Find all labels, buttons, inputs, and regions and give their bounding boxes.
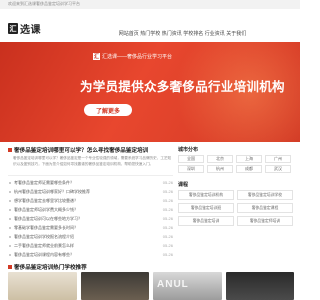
top-bar: 欢迎来到汇选课奢侈品鉴定培训学习平台 (0, 0, 300, 9)
news-item[interactable]: 奢侈品鉴定师培训学费大概多少钱？ 05-26 (8, 205, 173, 214)
news-item[interactable]: 二手奢侈品鉴定师就业前景怎么样 05-26 (8, 241, 173, 250)
dot-icon (9, 190, 11, 193)
city-tag[interactable]: 广州 (265, 155, 291, 163)
news-title: 考奢侈品鉴定师证需要哪些条件？ (14, 179, 74, 185)
article-title[interactable]: 奢侈品鉴定培训哪里可以学？怎么寻找奢侈品鉴定培训 (8, 146, 148, 154)
news-date: 05-26 (162, 180, 173, 185)
main-nav: 网站首页 热门学校 热门资讯 学校排名 行业资讯 关于我们 (118, 30, 247, 37)
news-item[interactable]: 考奢侈品鉴定师证需要哪些条件？ 05-26 (8, 178, 173, 187)
news-title: 零基础学奢侈品鉴定需要多长时间？ (14, 224, 78, 230)
nav-item-news[interactable]: 热门资讯 (161, 30, 183, 37)
news-date: 05-26 (162, 225, 173, 230)
divider (8, 175, 173, 176)
dot-icon (9, 253, 11, 256)
nav-item-about[interactable]: 关于我们 (226, 30, 248, 37)
news-date: 05-26 (162, 252, 173, 257)
news-item[interactable]: 想学奢侈品鉴定去哪里学比较靠谱？ 05-26 (8, 196, 173, 205)
news-date: 05-26 (162, 216, 173, 221)
banner-badge-text: 汇选课——奢侈品行业学习平台 (102, 54, 173, 60)
site-header: 汇 选课 网站首页 热门学校 热门资讯 学校排名 行业资讯 关于我们 (0, 9, 300, 42)
news-title: 奢侈品鉴定培训学校报名流程介绍 (14, 233, 74, 239)
news-date: 05-26 (162, 234, 173, 239)
logo-text: 选课 (20, 25, 41, 36)
school-thumbnail[interactable] (80, 272, 149, 300)
nav-item-ranking[interactable]: 学校排名 (183, 30, 205, 37)
welcome-text: 欢迎来到汇选课奢侈品鉴定培训学习平台 (8, 1, 80, 6)
dot-icon (9, 235, 11, 238)
logo-mark: 汇 (8, 23, 18, 34)
article-summary: 奢侈品鉴定培训哪里可以学？怎么寻找奢侈品鉴定培训 奢侈品鉴定培训哪里可以学？奢侈… (8, 146, 173, 182)
city-tag[interactable]: 上海 (236, 155, 262, 163)
news-item[interactable]: 杭州奢侈品鉴定培训哪家好？口碑学校推荐 05-26 (8, 187, 173, 196)
city-tag[interactable]: 北京 (207, 155, 233, 163)
news-list: 考奢侈品鉴定师证需要哪些条件？ 05-26 杭州奢侈品鉴定培训哪家好？口碑学校推荐… (8, 178, 173, 259)
news-title: 二手奢侈品鉴定师就业前景怎么样 (14, 242, 74, 248)
bullet-icon (8, 265, 12, 269)
article-description: 奢侈品鉴定培训哪里可以学？奢侈品鉴定是一个专业性较强的领域，需要系统学习品牌历史… (13, 156, 172, 166)
news-title: 想学奢侈品鉴定去哪里学比较靠谱？ (14, 197, 78, 203)
news-date: 05-26 (162, 189, 173, 194)
thumbnail-watermark: ANUL (157, 279, 189, 290)
city-tag[interactable]: 武汉 (265, 165, 291, 173)
banner-badge: 汇 汇选课——奢侈品行业学习平台 (93, 53, 172, 60)
news-title: 奢侈品鉴定培训可以在哪些地方学习？ (14, 215, 82, 221)
city-tag[interactable]: 杭州 (207, 165, 233, 173)
dot-icon (9, 208, 11, 211)
dot-icon (9, 181, 11, 184)
category-tag[interactable]: 奢侈品鉴定培训班 (178, 203, 234, 213)
bullet-icon (8, 148, 12, 152)
school-thumbnail[interactable]: ANUL (153, 272, 222, 300)
nav-item-home[interactable]: 网站首页 (118, 30, 140, 37)
city-tag[interactable]: 全国 (178, 155, 204, 163)
category-tag[interactable]: 奢侈品鉴定师培训 (237, 216, 293, 226)
category-heading: 课程 (178, 182, 189, 188)
news-date: 05-26 (162, 207, 173, 212)
nav-item-industry[interactable]: 行业资讯 (204, 30, 226, 37)
news-item[interactable]: 奢侈品鉴定培训学校报名流程介绍 05-26 (8, 232, 173, 241)
site-logo[interactable]: 汇 选课 (8, 22, 48, 36)
learn-more-button[interactable]: 了解更多 (84, 104, 132, 116)
news-item[interactable]: 奢侈品鉴定培训课程内容有哪些？ 05-26 (8, 250, 173, 259)
news-item[interactable]: 零基础学奢侈品鉴定需要多长时间？ 05-26 (8, 223, 173, 232)
banner-title: 为学员提供众多奢侈品行业培训机构 (80, 80, 285, 94)
category-tag[interactable]: 奢侈品鉴定培训机构 (178, 190, 234, 200)
dot-icon (9, 244, 11, 247)
news-title: 奢侈品鉴定培训课程内容有哪些？ (14, 251, 74, 257)
section-title-text: 奢侈品鉴定培训热门学校推荐 (14, 265, 87, 271)
dot-icon (9, 199, 11, 202)
category-tag[interactable]: 奢侈品鉴定课程 (237, 203, 293, 213)
news-date: 05-26 (162, 198, 173, 203)
school-thumbnail[interactable] (225, 272, 294, 300)
city-tag[interactable]: 深圳 (178, 165, 204, 173)
article-title-text: 奢侈品鉴定培训哪里可以学？怎么寻找奢侈品鉴定培训 (14, 148, 149, 154)
school-thumbnail[interactable] (8, 272, 77, 300)
banner-badge-mark: 汇 (93, 53, 100, 60)
nav-item-schools[interactable]: 热门学校 (140, 30, 162, 37)
news-title: 奢侈品鉴定师培训学费大概多少钱？ (14, 206, 78, 212)
dot-icon (9, 217, 11, 220)
sidebar: 城市分布 全国 北京 上海 广州 深圳 杭州 成都 武汉 课程 奢侈品鉴定培训机… (178, 146, 294, 226)
dot-icon (9, 226, 11, 229)
school-thumbnails: ANUL (8, 272, 294, 300)
news-item[interactable]: 奢侈品鉴定培训可以在哪些地方学习？ 05-26 (8, 214, 173, 223)
news-date: 05-26 (162, 243, 173, 248)
section-title-schools: 奢侈品鉴定培训热门学校推荐 (8, 263, 87, 271)
category-tag[interactable]: 奢侈品鉴定培训 (178, 216, 234, 226)
news-title: 杭州奢侈品鉴定培训哪家好？口碑学校推荐 (14, 188, 90, 194)
category-tag[interactable]: 奢侈品鉴定培训学校 (237, 190, 293, 200)
category-grid: 奢侈品鉴定培训机构 奢侈品鉴定培训学校 奢侈品鉴定培训班 奢侈品鉴定课程 奢侈品… (178, 190, 294, 226)
city-tag[interactable]: 成都 (236, 165, 262, 173)
city-grid: 全国 北京 上海 广州 深圳 杭州 成都 武汉 (178, 155, 294, 173)
city-heading: 城市分布 (178, 147, 199, 153)
